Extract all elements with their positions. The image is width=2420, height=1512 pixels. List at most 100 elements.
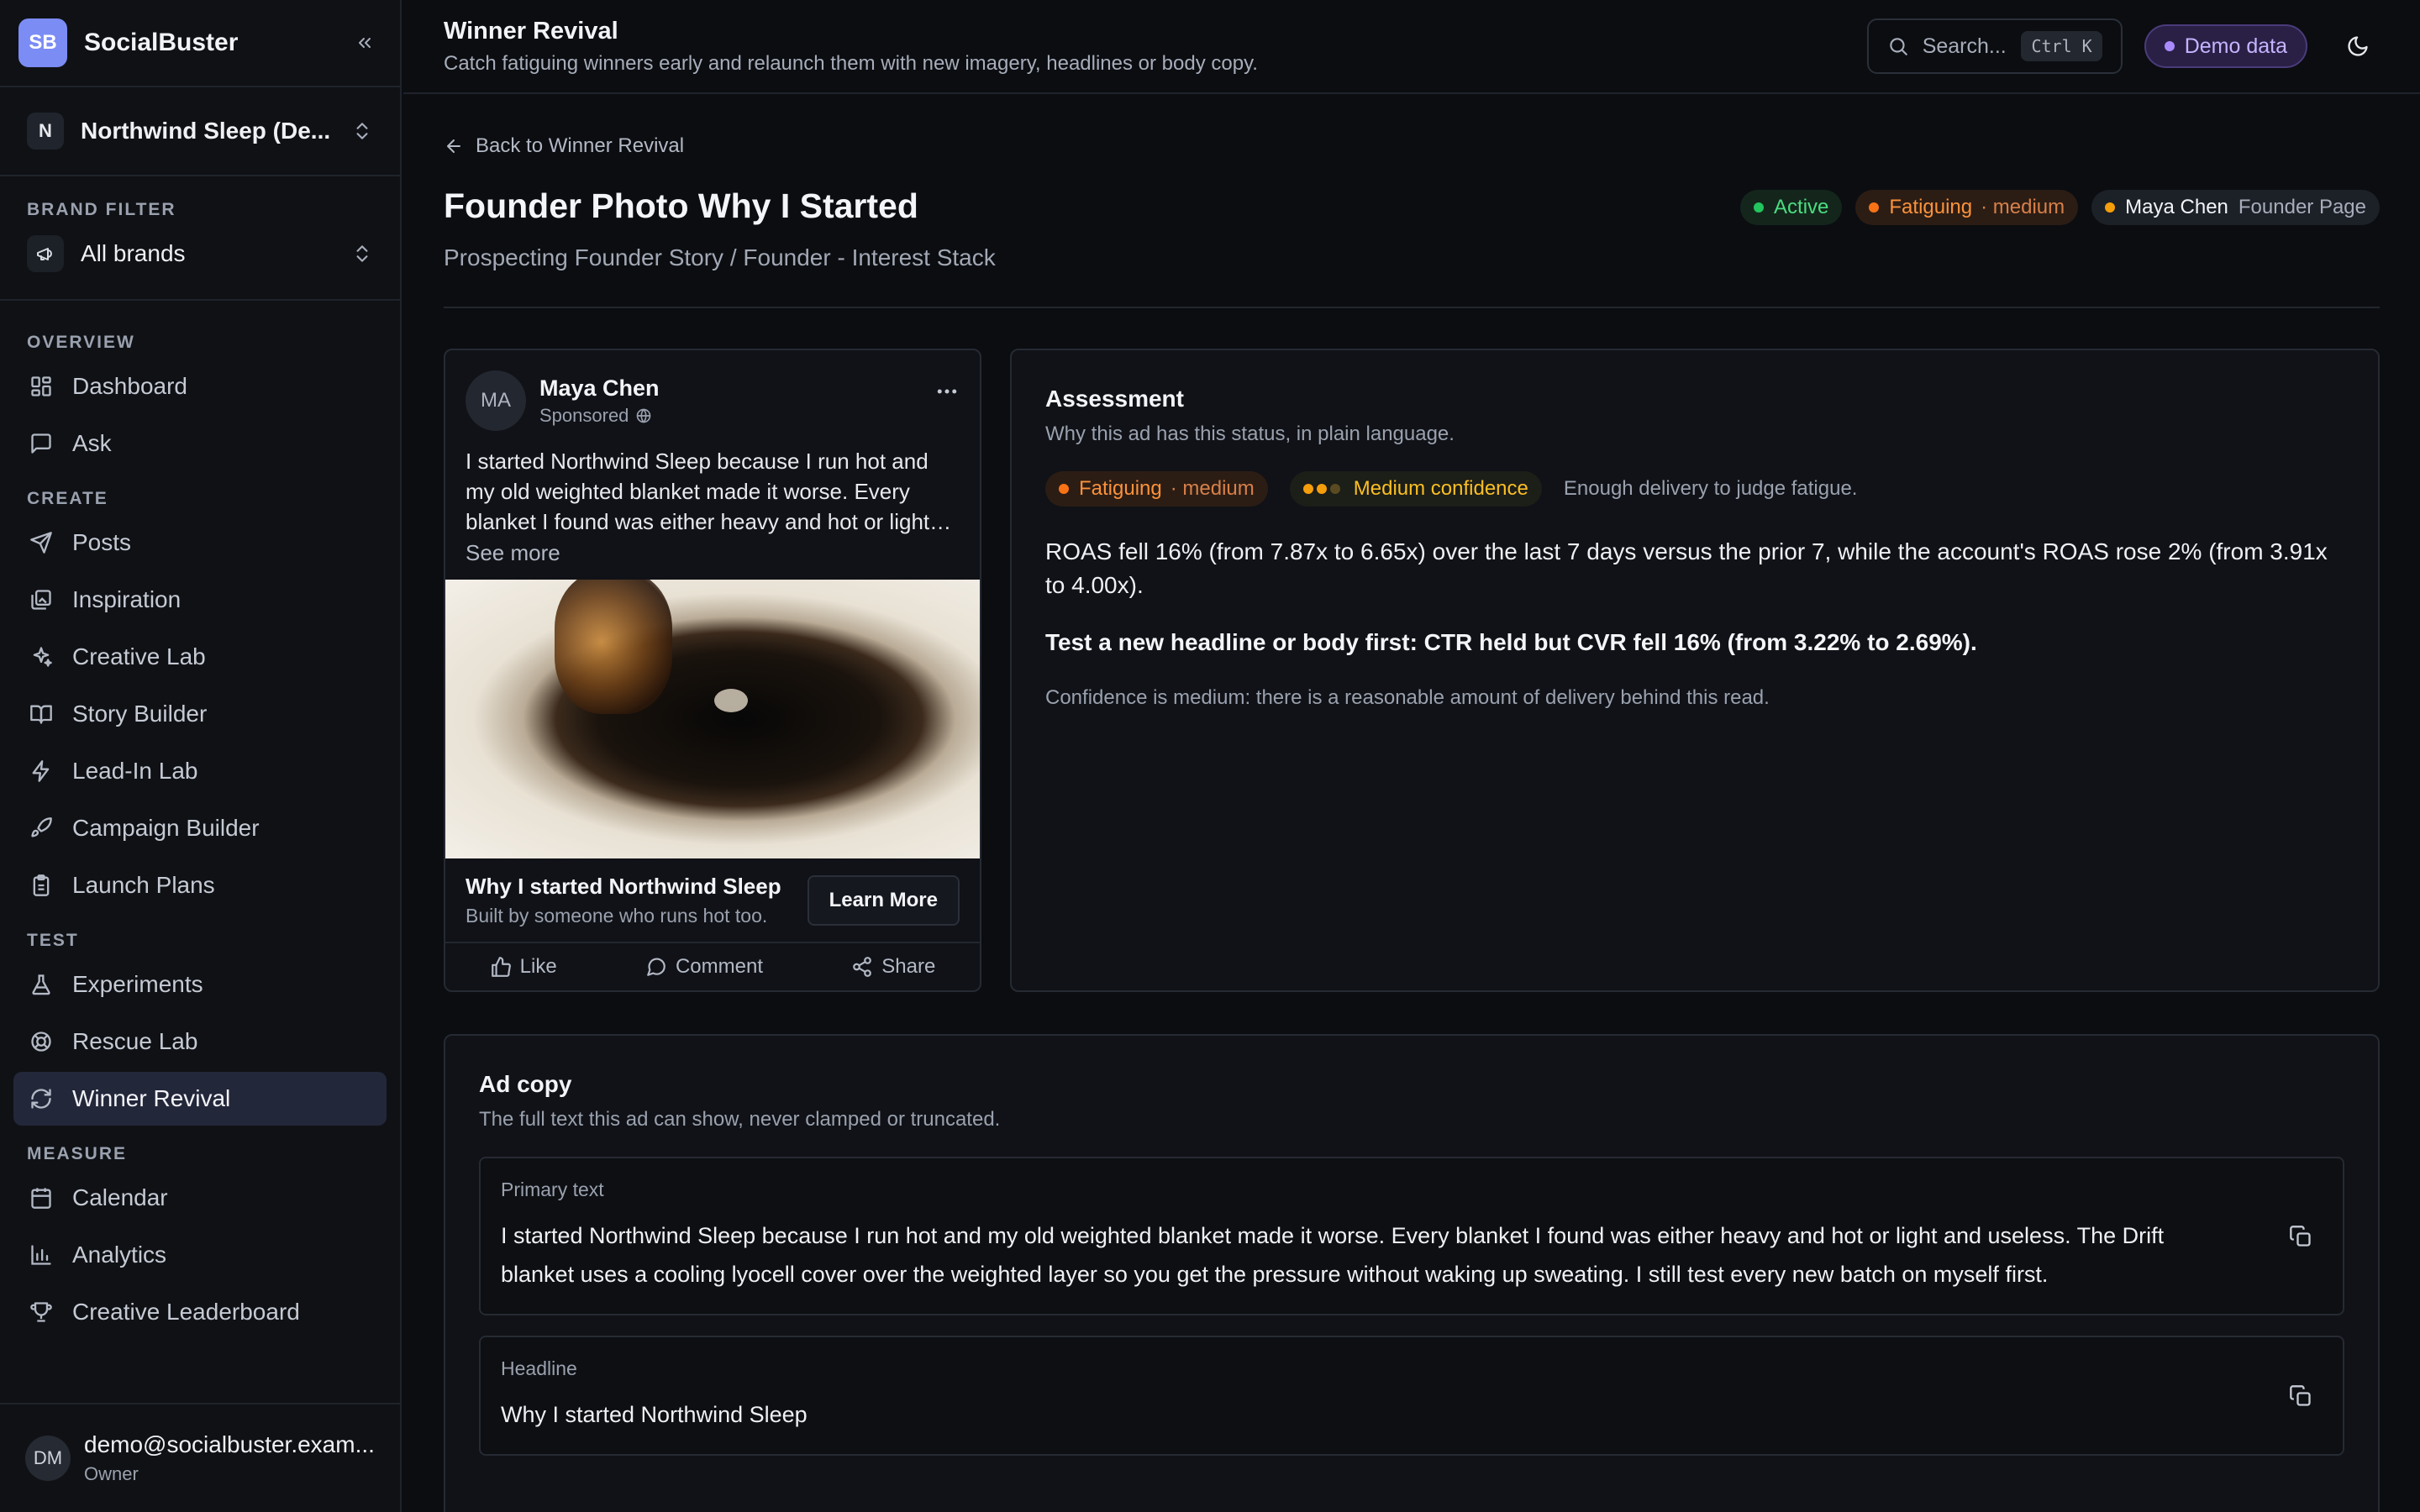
workspace-switcher[interactable]: N Northwind Sleep (De... bbox=[0, 86, 400, 176]
assessment-title: Assessment bbox=[1045, 386, 1184, 412]
topbar-title: Winner Revival bbox=[444, 17, 618, 45]
sidebar-item-label: Inspiration bbox=[72, 586, 182, 612]
collapse-sidebar-button[interactable] bbox=[348, 26, 381, 60]
share-label: Share bbox=[881, 955, 936, 978]
sidebar-item-winner-revival[interactable]: Winner Revival bbox=[13, 1072, 387, 1126]
sidebar-item-launch-plans[interactable]: Launch Plans bbox=[13, 858, 387, 912]
field-value: Why I started Northwind Sleep bbox=[501, 1402, 808, 1427]
sidebar-item-analytics[interactable]: Analytics bbox=[13, 1228, 387, 1282]
status-badges: Active Fatiguing · medium Maya Chen Foun… bbox=[1727, 190, 2380, 225]
fatigue-level: · medium bbox=[1981, 196, 2065, 218]
share-button[interactable]: Share bbox=[851, 955, 935, 979]
keyboard-shortcut: Ctrl K bbox=[2021, 31, 2102, 61]
learn-more-button[interactable]: Learn More bbox=[807, 875, 960, 926]
fatigue-level: · medium bbox=[1170, 477, 1255, 500]
sidebar-item-inspiration[interactable]: Inspiration bbox=[13, 573, 387, 627]
like-button[interactable]: Like bbox=[490, 955, 557, 979]
ad-copy-subtitle: The full text this ad can show, never cl… bbox=[479, 1108, 1001, 1131]
nav-group-create: CREATE Posts Inspiration Creative Lab St… bbox=[13, 489, 387, 912]
sidebar-item-label: Rescue Lab bbox=[72, 1028, 198, 1054]
sidebar-item-creative-leaderboard[interactable]: Creative Leaderboard bbox=[13, 1285, 387, 1339]
sidebar-item-posts[interactable]: Posts bbox=[13, 516, 387, 570]
moon-icon bbox=[2348, 36, 2368, 56]
app-logo: SB bbox=[18, 18, 67, 67]
assessment-confidence-note: Confidence is medium: there is a reasona… bbox=[1045, 686, 1770, 709]
like-label: Like bbox=[519, 955, 557, 978]
thumbs-up-icon bbox=[491, 957, 511, 977]
comment-button[interactable]: Comment bbox=[645, 955, 763, 979]
confidence-dots bbox=[1302, 484, 1344, 494]
sidebar-item-story-builder[interactable]: Story Builder bbox=[13, 687, 387, 741]
app-name: SocialBuster bbox=[84, 29, 239, 56]
ad-identity: Maya Chen Sponsored bbox=[539, 375, 660, 427]
copy-button[interactable] bbox=[2289, 1384, 2312, 1408]
sidebar-item-creative-lab[interactable]: Creative Lab bbox=[13, 630, 387, 684]
trophy-icon bbox=[27, 1298, 55, 1326]
message-square-icon bbox=[27, 429, 55, 458]
main-content: Back to Winner Revival Founder Photo Why… bbox=[444, 94, 2380, 1512]
comment-icon bbox=[647, 958, 666, 976]
more-horizontal-icon bbox=[937, 389, 957, 394]
brand-select[interactable]: All brands bbox=[27, 235, 373, 272]
fatigue-label: Fatiguing bbox=[1079, 477, 1162, 500]
more-options-button[interactable] bbox=[934, 379, 960, 404]
sidebar-item-rescue-lab[interactable]: Rescue Lab bbox=[13, 1015, 387, 1068]
assessment-summary: ROAS fell 16% (from 7.87x to 6.65x) over… bbox=[1045, 538, 2328, 598]
status-dot bbox=[1754, 202, 1765, 213]
search-placeholder: Search... bbox=[1922, 34, 2007, 58]
sidebar-item-label: Campaign Builder bbox=[72, 815, 260, 841]
copy-button[interactable] bbox=[2289, 1225, 2312, 1248]
nav-group-test: TEST Experiments Rescue Lab Winner Reviv… bbox=[13, 931, 387, 1126]
avatar: MA bbox=[466, 370, 526, 431]
assessment-card: Assessment Why this ad has this status, … bbox=[1010, 349, 2380, 992]
field-value: I started Northwind Sleep because I run … bbox=[501, 1223, 2165, 1287]
sidebar-item-label: Experiments bbox=[72, 971, 203, 997]
flask-icon bbox=[27, 970, 55, 999]
see-more-link[interactable]: See more bbox=[445, 537, 980, 566]
ad-copy-title: Ad copy bbox=[479, 1071, 572, 1097]
share-icon bbox=[853, 957, 872, 977]
globe-icon bbox=[635, 407, 652, 424]
sidebar-item-ask[interactable]: Ask bbox=[13, 417, 387, 470]
chevrons-left-icon bbox=[359, 38, 371, 48]
sidebar-item-label: Dashboard bbox=[72, 373, 187, 399]
search-input[interactable]: Search... Ctrl K bbox=[1866, 18, 2123, 74]
sidebar-item-dashboard[interactable]: Dashboard bbox=[13, 360, 387, 413]
assessment-subtitle: Why this ad has this status, in plain la… bbox=[1045, 423, 1455, 445]
ad-copy-card: Ad copy The full text this ad can show, … bbox=[444, 1034, 2380, 1512]
page-subtitle: Prospecting Founder Story / Founder - In… bbox=[444, 244, 996, 270]
confidence-label: Medium confidence bbox=[1353, 477, 1528, 500]
rocket-icon bbox=[27, 814, 55, 843]
nav-section-title: OVERVIEW bbox=[27, 333, 135, 352]
assessment-recommendation: Test a new headline or body first: CTR h… bbox=[1045, 629, 1977, 655]
ad-link-section: Why I started Northwind Sleep Built by s… bbox=[445, 858, 980, 942]
confidence-badge: Medium confidence bbox=[1289, 471, 1542, 507]
sidebar-item-label: Launch Plans bbox=[72, 872, 215, 898]
user-menu[interactable]: DM demo@socialbuster.exam... Owner bbox=[0, 1403, 400, 1512]
sidebar-item-campaign-builder[interactable]: Campaign Builder bbox=[13, 801, 387, 855]
user-role: Owner bbox=[84, 1463, 139, 1484]
zap-icon bbox=[27, 757, 55, 785]
sidebar-item-experiments[interactable]: Experiments bbox=[13, 958, 387, 1011]
back-link[interactable]: Back to Winner Revival bbox=[444, 134, 2380, 158]
sidebar-item-label: Ask bbox=[72, 430, 112, 456]
sidebar-item-calendar[interactable]: Calendar bbox=[13, 1171, 387, 1225]
owner-name: Maya Chen bbox=[2125, 196, 2228, 218]
topbar-actions: Search... Ctrl K Demo data bbox=[1866, 18, 2380, 74]
assessment-badges: Fatiguing · medium Medium confidence Eno… bbox=[1045, 471, 2344, 507]
theme-toggle-button[interactable] bbox=[2336, 24, 2380, 68]
page-heading: Founder Photo Why I Started Prospecting … bbox=[444, 186, 996, 271]
field-label: Headline bbox=[501, 1357, 577, 1379]
images-icon bbox=[27, 585, 55, 614]
demo-data-badge[interactable]: Demo data bbox=[2144, 24, 2307, 68]
chevrons-up-down-icon bbox=[351, 120, 373, 142]
sidebar-item-label: Creative Lab bbox=[72, 643, 206, 669]
owner-page: Founder Page bbox=[2238, 196, 2366, 218]
status-badge: Active bbox=[1740, 190, 1843, 225]
sidebar: SB SocialBuster N Northwind Sleep (De...… bbox=[0, 0, 402, 1512]
status-label: Active bbox=[1774, 196, 1829, 218]
fatigue-label: Fatiguing bbox=[1889, 196, 1973, 218]
sidebar-nav: OVERVIEW Dashboard Ask CREATE Posts Insp… bbox=[0, 301, 400, 1339]
sidebar-item-lead-in-lab[interactable]: Lead-In Lab bbox=[13, 744, 387, 798]
brand-filter-title: BRAND FILTER bbox=[27, 200, 176, 219]
